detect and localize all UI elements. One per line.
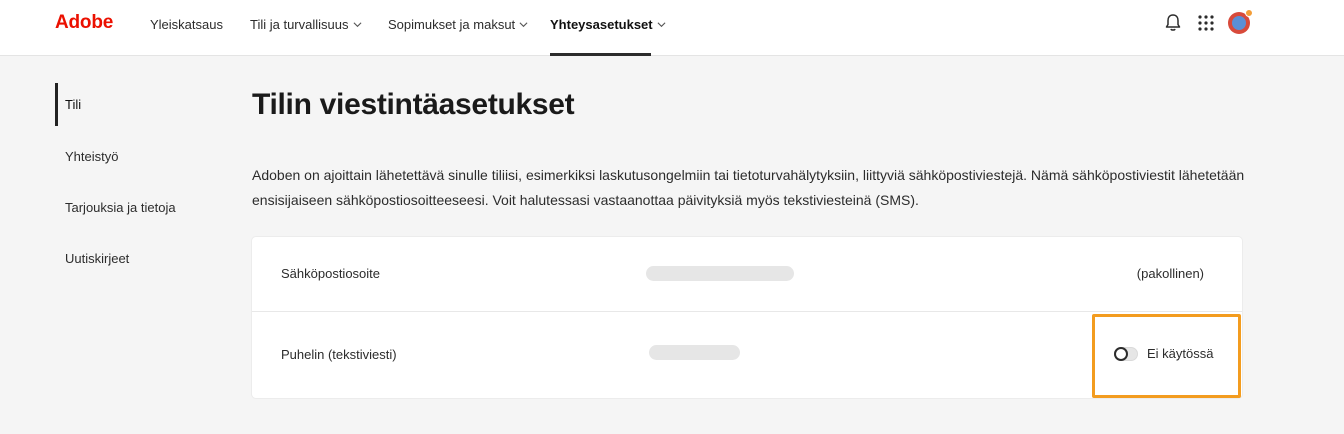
nav-item-label: Tili ja turvallisuus [250, 16, 349, 32]
avatar-image [1232, 16, 1246, 30]
sidebar-active-indicator [55, 83, 58, 126]
nav-item-account-security[interactable]: Tili ja turvallisuus [250, 15, 362, 33]
avatar[interactable] [1228, 9, 1253, 34]
sidebar-item-account[interactable]: Tili [65, 97, 81, 112]
sidebar-item-offers[interactable]: Tarjouksia ja tietoja [65, 200, 176, 215]
bell-icon[interactable] [1164, 13, 1182, 33]
sidebar-item-collaboration[interactable]: Yhteistyö [65, 149, 118, 164]
sidebar-item-newsletters[interactable]: Uutiskirjeet [65, 251, 129, 266]
top-navigation: Adobe Yleiskatsaus Tili ja turvallisuus … [0, 0, 1344, 56]
chevron-down-icon [657, 21, 666, 27]
email-row-label: Sähköpostiosoite [281, 266, 381, 281]
nav-item-communication-preferences[interactable]: Yhteysasetukset [550, 15, 666, 33]
highlight-box [1092, 314, 1241, 398]
nav-item-label: Sopimukset ja maksut [388, 16, 516, 32]
app-grid-icon[interactable] [1198, 15, 1214, 31]
required-label: (pakollinen) [1136, 266, 1204, 281]
phone-row-label: Puhelin (tekstiviesti) [281, 347, 397, 362]
chevron-down-icon [353, 21, 361, 27]
notification-dot [1245, 9, 1253, 17]
nav-item-overview[interactable]: Yleiskatsaus [150, 15, 223, 33]
nav-item-label: Yhteysasetukset [550, 16, 653, 32]
nav-item-label: Yleiskatsaus [150, 16, 223, 32]
adobe-logo[interactable]: Adobe [55, 12, 113, 34]
row-divider [252, 311, 1242, 312]
phone-value-placeholder [649, 345, 740, 360]
page-title: Tilin viestintäasetukset [252, 88, 575, 121]
nav-item-plans-payments[interactable]: Sopimukset ja maksut [388, 15, 528, 33]
chevron-down-icon [519, 21, 528, 27]
page-description: Adoben on ajoittain lähetettävä sinulle … [252, 167, 1245, 208]
email-value-placeholder [646, 266, 794, 281]
active-tab-indicator [550, 53, 651, 56]
